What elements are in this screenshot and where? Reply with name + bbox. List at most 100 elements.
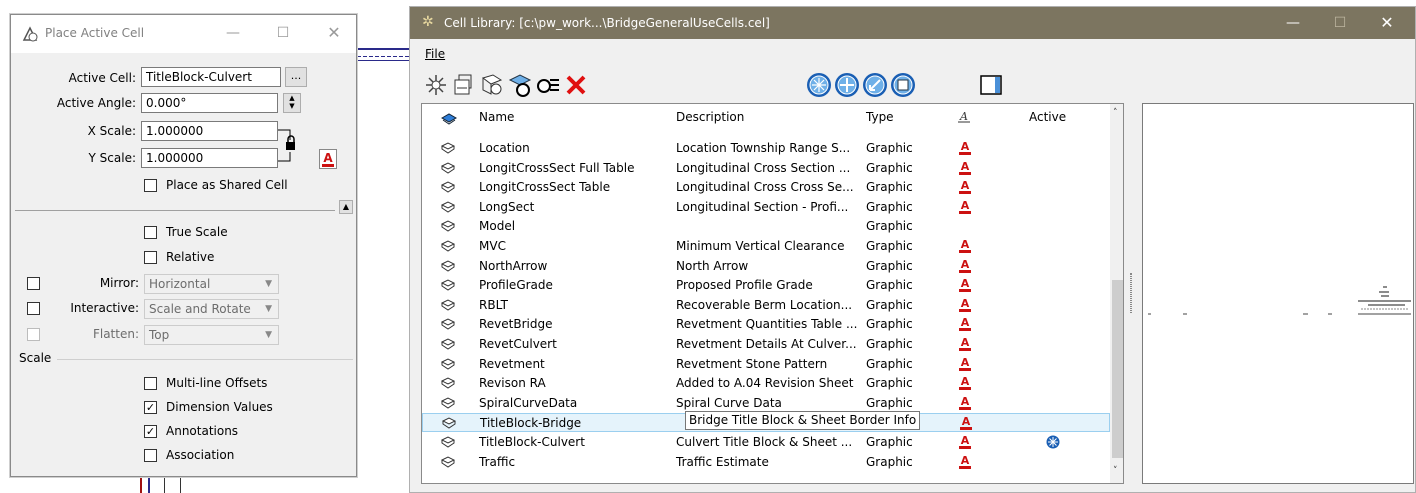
table-row[interactable]: TitleBlock-Culvert Culvert Title Block & …: [422, 433, 1110, 452]
multiline-offsets-checkbox[interactable]: [144, 377, 157, 390]
dimension-values-checkbox[interactable]: ✓: [144, 401, 157, 414]
flatten-dropdown[interactable]: Top ▼: [144, 325, 279, 345]
annotation-cell-icon: A: [959, 199, 971, 214]
cell-type: Graphic: [866, 376, 913, 391]
multiline-offsets-label: Multi-line Offsets: [166, 376, 268, 390]
table-row[interactable]: ProfileGrade Proposed Profile Grade Graphi…: [422, 276, 1110, 295]
delete-cell-icon[interactable]: [563, 72, 589, 98]
scroll-up-icon[interactable]: ˄: [1113, 108, 1118, 118]
cell-description: Revetment Quantities Table ...: [676, 317, 858, 332]
angle-spin-button[interactable]: ▲ ▼: [283, 93, 301, 113]
annotation-scale-icon[interactable]: A: [319, 149, 337, 169]
table-row[interactable]: LongitCrossSect Table Longitudinal Cross …: [422, 178, 1110, 197]
cell-name: RevetCulvert: [479, 337, 557, 351]
table-row[interactable]: SpiralCurveData Spiral Curve Data Graphic A: [422, 394, 1110, 413]
table-row[interactable]: LongSect Longitudinal Section - Profi... G…: [422, 198, 1110, 217]
drawing-line: [357, 48, 409, 50]
active-cell-field[interactable]: TitleBlock-Culvert: [141, 67, 281, 87]
annotations-checkbox[interactable]: ✓: [144, 425, 157, 438]
annotation-cell-icon: A: [959, 316, 971, 332]
table-row[interactable]: LongitCrossSect Full Table Longitudinal C…: [422, 159, 1110, 178]
library-list-icon[interactable]: [535, 72, 561, 98]
table-row[interactable]: MVC Minimum Vertical Clearance Graphic A: [422, 237, 1110, 256]
svg-text:A: A: [961, 454, 970, 467]
maximize-button[interactable]: ☐: [1325, 13, 1355, 33]
cell-description: Traffic Estimate: [676, 454, 769, 469]
cell-description: Spiral Curve Data: [676, 395, 782, 410]
create-cell-icon[interactable]: [451, 72, 477, 98]
pattern-tool-icon[interactable]: [890, 72, 916, 98]
active-angle-field[interactable]: 0.000°: [141, 93, 278, 113]
table-row[interactable]: RBLT Recoverable Berm Location... Graphic A: [422, 296, 1110, 315]
mirror-dropdown[interactable]: Horizontal ▼: [144, 274, 279, 294]
divider: [15, 210, 335, 211]
column-header-type[interactable]: Type: [866, 110, 894, 124]
column-header-active[interactable]: Active: [1029, 110, 1066, 124]
cell-description: Added to A.04 Revision Sheet: [676, 376, 854, 391]
menu-file[interactable]: File: [425, 47, 445, 61]
place-shared-checkbox[interactable]: [144, 179, 157, 192]
table-row[interactable]: RevetCulvert Revetment Details At Culver.…: [422, 335, 1110, 354]
active-angle-label: Active Angle:: [56, 96, 136, 110]
collapse-button[interactable]: ▲: [339, 200, 353, 214]
cell-type: Graphic: [866, 356, 913, 371]
cell-name: LongitCrossSect Full Table: [479, 160, 635, 175]
close-button[interactable]: ✕: [324, 23, 344, 43]
scroll-down-icon[interactable]: ˅: [1113, 466, 1118, 476]
relative-checkbox[interactable]: [144, 251, 157, 264]
cell-type: Graphic: [866, 435, 913, 449]
placement-tool-icon[interactable]: [806, 72, 832, 98]
terminator-tool-icon[interactable]: [862, 72, 888, 98]
cell-name: NorthArrow: [479, 258, 548, 273]
mirror-checkbox[interactable]: [27, 277, 40, 290]
cell-icon: [441, 240, 455, 252]
point-tool-icon[interactable]: [834, 72, 860, 98]
annotation-column-icon[interactable]: A: [957, 110, 971, 124]
annotation-cell-icon: A: [959, 179, 971, 195]
annotation-cell-icon: A: [959, 336, 971, 351]
cell-name: RevetBridge: [479, 317, 553, 332]
cell-description: Longitudinal Cross Section ...: [676, 160, 851, 175]
scale-lock-icon[interactable]: [278, 129, 300, 163]
scroll-thumb[interactable]: [1112, 280, 1123, 458]
association-checkbox[interactable]: [144, 449, 157, 462]
table-row[interactable]: Model Graphic: [422, 217, 1110, 236]
column-header-name[interactable]: Name: [479, 110, 514, 124]
browse-button[interactable]: ...: [285, 67, 307, 87]
attach-library-icon[interactable]: [507, 72, 533, 98]
interactive-checkbox[interactable]: [27, 302, 40, 315]
cell-type: Graphic: [866, 297, 913, 312]
splitter-handle[interactable]: [1130, 273, 1132, 313]
minimize-button[interactable]: —: [223, 23, 243, 43]
cell-icon: [441, 338, 455, 350]
annotation-cell-icon: A: [960, 415, 972, 431]
cell-name: Location: [479, 141, 530, 155]
column-header-description[interactable]: Description: [676, 110, 744, 124]
x-scale-field[interactable]: 1.000000: [141, 121, 278, 141]
table-row[interactable]: Traffic Traffic Estimate Graphic A: [422, 453, 1110, 472]
create-shared-cell-icon[interactable]: [479, 72, 505, 98]
vertical-scrollbar[interactable]: ˄ ˅: [1110, 104, 1123, 483]
table-row[interactable]: RevetBridge Revetment Quantities Table ..…: [422, 315, 1110, 334]
minimize-button[interactable]: —: [1278, 13, 1308, 33]
svg-text:A: A: [961, 336, 970, 349]
table-row[interactable]: Revison RA Added to A.04 Revision Sheet Gr…: [422, 374, 1110, 393]
svg-text:A: A: [959, 110, 968, 123]
flatten-label: Flatten:: [92, 327, 139, 341]
true-scale-checkbox[interactable]: [144, 226, 157, 239]
close-button[interactable]: ✕: [1372, 13, 1402, 33]
table-row[interactable]: Location Location Township Range S... Grap…: [422, 139, 1110, 158]
cell-type: Graphic: [866, 141, 913, 155]
new-cell-icon[interactable]: [423, 72, 449, 98]
flatten-checkbox[interactable]: [27, 328, 40, 341]
annotations-label: Annotations: [166, 424, 239, 438]
cell-tool-icon: [22, 26, 38, 42]
table-row[interactable]: NorthArrow North Arrow Graphic A: [422, 257, 1110, 276]
maximize-button[interactable]: ☐: [273, 23, 293, 43]
svg-text:A: A: [961, 316, 970, 329]
y-scale-field[interactable]: 1.000000: [141, 148, 278, 168]
toggle-preview-icon[interactable]: [978, 72, 1004, 98]
annotation-cell-icon: A: [959, 297, 971, 312]
interactive-dropdown[interactable]: Scale and Rotate ▼: [144, 299, 279, 319]
table-row[interactable]: Revetment Revetment Stone Pattern Graphic A: [422, 355, 1110, 374]
